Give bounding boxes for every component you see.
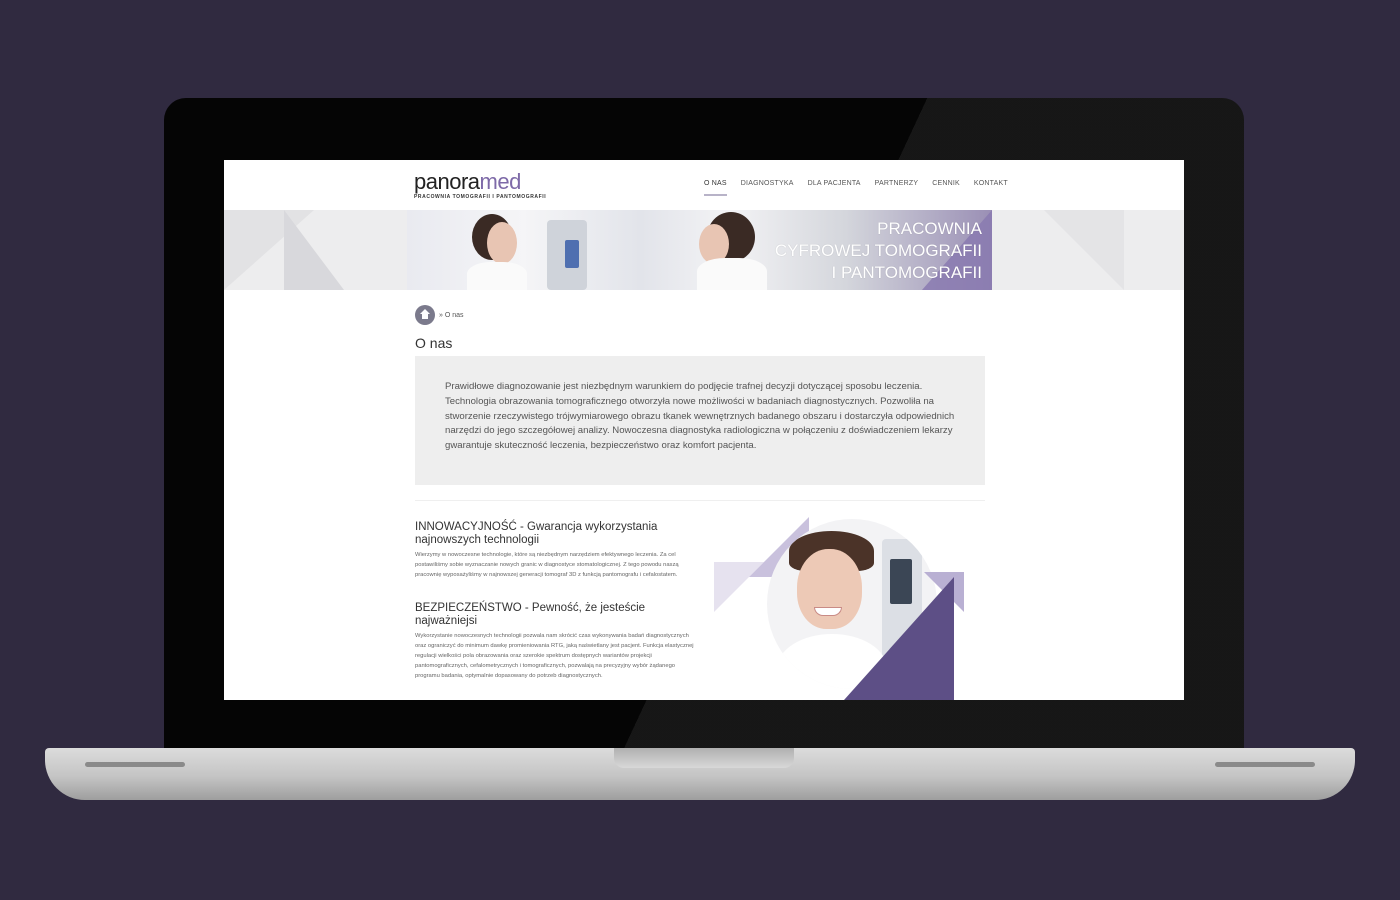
hero-title-line: PRACOWNIA bbox=[877, 219, 982, 238]
logo[interactable]: panoramed PRACOWNIA TOMOGRAFII I PANTOMO… bbox=[414, 170, 547, 201]
nav-item-cennik[interactable]: CENNIK bbox=[932, 180, 960, 187]
doctor-coat bbox=[697, 258, 767, 290]
breadcrumb-current: » O nas bbox=[439, 311, 464, 319]
logo-accent: med bbox=[479, 169, 522, 194]
nav-item-dla-pacjenta[interactable]: DLA PACJENTA bbox=[808, 180, 861, 187]
scanner-screen bbox=[565, 240, 579, 268]
section-body: Wierzymy w nowoczesne technologie, które… bbox=[415, 552, 679, 578]
laptop-foot-left bbox=[85, 762, 185, 767]
nav-item-kontakt[interactable]: KONTAKT bbox=[974, 180, 1008, 187]
patient-coat bbox=[467, 262, 527, 290]
section-innovation: INNOWACYJNOŚĆ - Gwarancja wykorzystania … bbox=[415, 521, 700, 580]
home-icon[interactable] bbox=[415, 305, 435, 325]
hero-title: PRACOWNIA CYFROWEJ TOMOGRAFII I PANTOMOG… bbox=[775, 218, 982, 284]
hero-shape bbox=[1044, 210, 1124, 290]
divider bbox=[415, 500, 985, 501]
logo-main: panora bbox=[414, 169, 480, 194]
decor-triangle-dark bbox=[844, 577, 954, 700]
website-screen: panoramed PRACOWNIA TOMOGRAFII I PANTOMO… bbox=[224, 160, 1184, 700]
nav-item-o-nas[interactable]: O NAS bbox=[704, 180, 727, 196]
intro-text: Prawidłowe diagnozowanie jest niezbędnym… bbox=[445, 381, 955, 452]
laptop-foot-right bbox=[1215, 762, 1315, 767]
hero-title-line: I PANTOMOGRAFII bbox=[831, 263, 983, 282]
section-body: Wykorzystanie nowoczesnych technologii p… bbox=[415, 633, 694, 679]
page-title: O nas bbox=[415, 335, 453, 351]
hero-title-line: CYFROWEJ TOMOGRAFII bbox=[774, 241, 982, 260]
main-nav: O NAS DIAGNOSTYKA DLA PACJENTA PARTNERZY… bbox=[704, 180, 1008, 196]
breadcrumb: » O nas bbox=[415, 305, 464, 325]
section-title: INNOWACYJNOŚĆ - Gwarancja wykorzystania … bbox=[415, 521, 658, 546]
nav-item-diagnostyka[interactable]: DIAGNOSTYKA bbox=[741, 180, 794, 187]
logo-wordmark: panoramed bbox=[414, 170, 546, 194]
laptop-notch bbox=[614, 748, 794, 768]
site-header: panoramed PRACOWNIA TOMOGRAFII I PANTOMO… bbox=[224, 160, 1184, 210]
nav-item-partnerzy[interactable]: PARTNERZY bbox=[875, 180, 919, 187]
feature-illustration bbox=[714, 517, 984, 700]
hero-banner: PRACOWNIA CYFROWEJ TOMOGRAFII I PANTOMOG… bbox=[224, 210, 1184, 290]
laptop-base bbox=[45, 748, 1355, 800]
patient-face bbox=[487, 222, 517, 264]
intro-box: Prawidłowe diagnozowanie jest niezbędnym… bbox=[415, 356, 985, 485]
section-safety: BEZPIECZEŃSTWO - Pewność, że jesteście n… bbox=[415, 602, 700, 681]
logo-subtitle: PRACOWNIA TOMOGRAFII I PANTOMOGRAFII bbox=[414, 194, 547, 200]
hero-shape bbox=[284, 210, 344, 290]
section-title: BEZPIECZEŃSTWO - Pewność, że jesteście n… bbox=[415, 602, 646, 627]
